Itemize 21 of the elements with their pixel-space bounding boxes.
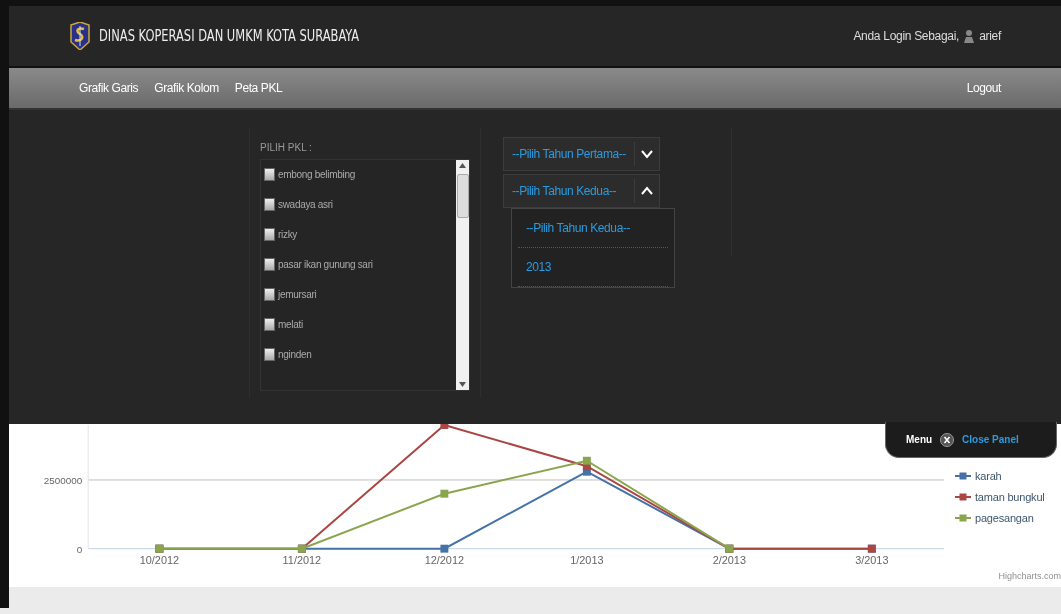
x-tick-label: 10/2012 <box>139 553 180 566</box>
y-tick-label: 0 <box>76 543 83 555</box>
checkbox-label: nginden <box>278 349 312 360</box>
checkbox-label: melati <box>278 319 303 330</box>
checkbox-label: jemursari <box>278 289 317 300</box>
x-tick-label: 1/2013 <box>570 553 604 566</box>
username: arief <box>979 29 1001 43</box>
checkbox-label: swadaya asri <box>278 199 333 210</box>
x-tick-label: 3/2013 <box>855 553 889 566</box>
chart-credit: Highcharts.com <box>998 571 1061 581</box>
checkbox-label: rizky <box>278 229 298 240</box>
site-title: DINAS KOPERASI DAN UMKM KOTA SURABAYA <box>99 27 360 45</box>
x-tick-label: 2/2013 <box>712 553 746 566</box>
checkbox-label: pasar ikan gunung sari <box>278 259 373 270</box>
login-label: Anda Login Sebagai, <box>853 29 960 43</box>
x-tick-label: 12/2012 <box>424 553 464 566</box>
y-tick-label: 2500000 <box>43 474 83 486</box>
pkl-label: PILIH PKL : <box>260 142 313 153</box>
menu-label: Menu <box>906 434 933 445</box>
checkbox-label: embong belimbing <box>278 169 355 180</box>
x-tick-label: 11/2012 <box>282 553 322 566</box>
